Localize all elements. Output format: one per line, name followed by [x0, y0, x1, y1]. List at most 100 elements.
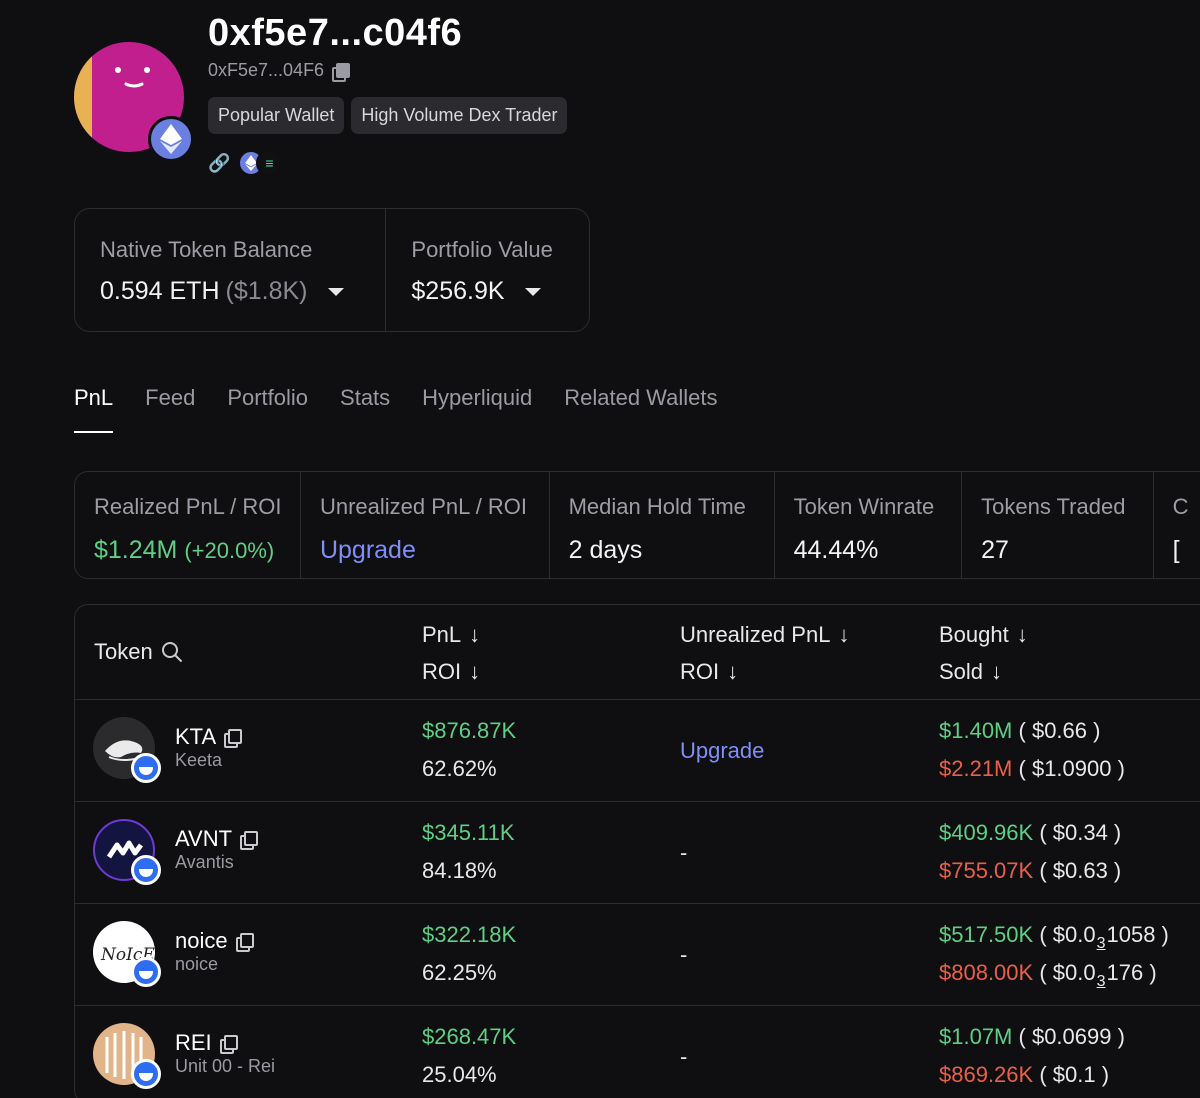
stat-tokens-traded: Tokens Traded 27	[962, 472, 1154, 578]
stat-roi: (+20.0%)	[184, 538, 275, 563]
sold-price-digits: 176 )	[1106, 960, 1157, 985]
copy-icon[interactable]	[219, 1035, 238, 1054]
column-token-label: Token	[94, 639, 153, 664]
copy-icon[interactable]	[235, 933, 254, 952]
roi-value: 62.25%	[422, 960, 497, 985]
arrow-down-icon: ↓	[991, 659, 1003, 684]
column-unrealized-roi-label: ROI	[680, 659, 720, 684]
sold-amount: $2.21M	[939, 756, 1013, 781]
stat-label: Unrealized PnL / ROI	[319, 494, 528, 519]
portfolio-value-label: Portfolio Value	[411, 237, 553, 262]
tag-popular-wallet: Popular Wallet	[208, 97, 345, 134]
pnl-value: $268.47K	[422, 1024, 517, 1049]
column-roi-label: ROI	[422, 659, 462, 684]
native-balance-value: 0.594 ETH	[100, 277, 220, 305]
stat-realized-pnl: Realized PnL / ROI $1.24M (+20.0%)	[75, 472, 301, 578]
stat-label: Tokens Traded	[981, 494, 1126, 519]
table-row[interactable]: REI Unit 00 - Rei $268.47K 25.04% - $1.0…	[75, 1006, 1200, 1098]
wallet-links: 🔗 ≡	[208, 150, 283, 176]
sold-price: ( $1.0900 )	[1018, 756, 1125, 781]
table-row[interactable]: AVNT Avantis $345.11K 84.18% - $409.96K …	[75, 802, 1200, 904]
column-unrealized-label: Unrealized PnL	[680, 622, 831, 647]
tag-high-volume-dex-trader: High Volume Dex Trader	[351, 97, 568, 134]
sort-roi[interactable]: ROI ↓	[422, 659, 480, 685]
tab-pnl[interactable]: PnL	[74, 385, 114, 433]
bought-value: $1.40M ( $0.66 )	[939, 718, 1100, 744]
sort-unrealized-pnl[interactable]: Unrealized PnL ↓	[680, 622, 849, 648]
chevron-down-icon[interactable]	[327, 287, 344, 296]
sold-price: ( $0.1 )	[1039, 1062, 1110, 1087]
token-name: Unit 00 - Rei	[175, 1056, 276, 1076]
address-short: 0xF5e7...04F6	[208, 60, 325, 80]
bought-price: ( $0.34 )	[1039, 820, 1122, 845]
ethereum-icon	[148, 116, 194, 162]
tab-stats[interactable]: Stats	[340, 385, 390, 433]
unrealized-value: -	[680, 1044, 688, 1069]
sort-bought[interactable]: Bought ↓	[939, 622, 1028, 648]
zero-count: 3	[1096, 973, 1106, 990]
roi-value: 84.18%	[422, 858, 497, 883]
unrealized-value: -	[680, 840, 688, 865]
token-symbol[interactable]: AVNT	[175, 826, 259, 852]
upgrade-link[interactable]: Upgrade	[320, 536, 549, 565]
upgrade-link[interactable]: Upgrade	[680, 738, 764, 764]
sold-value: $869.26K ( $0.1 )	[939, 1062, 1109, 1088]
base-chain-icon	[131, 855, 161, 885]
bought-value: $517.50K ( $0.031058 )	[939, 922, 1169, 952]
tab-bar: PnL Feed Portfolio Stats Hyperliquid Rel…	[74, 385, 717, 433]
wallet-tags: Popular Wallet High Volume Dex Trader	[208, 97, 568, 134]
sort-pnl[interactable]: PnL ↓	[422, 622, 480, 648]
sold-value: $808.00K ( $0.03176 )	[939, 960, 1157, 990]
tab-related-wallets[interactable]: Related Wallets	[564, 385, 717, 433]
stat-value: $1.24M	[94, 536, 178, 564]
pnl-value: $322.18K	[422, 922, 517, 947]
tab-portfolio[interactable]: Portfolio	[227, 385, 308, 433]
stat-truncated: C [	[1154, 472, 1200, 578]
arrow-down-icon: ↓	[727, 659, 739, 684]
pnl-value: $345.11K	[422, 820, 515, 845]
column-bought-label: Bought	[939, 622, 1009, 647]
bought-amount: $1.07M	[939, 1024, 1013, 1049]
bought-price: ( $0.0699 )	[1018, 1024, 1125, 1049]
copy-icon[interactable]	[224, 729, 243, 748]
token-symbol[interactable]: REI	[175, 1030, 238, 1056]
solana-icon[interactable]: ≡	[256, 150, 283, 176]
link-icon[interactable]: 🔗	[208, 153, 230, 174]
unrealized-value: -	[680, 942, 688, 967]
tab-hyperliquid[interactable]: Hyperliquid	[422, 385, 532, 433]
stat-label: C	[1172, 494, 1189, 519]
copy-icon[interactable]	[332, 62, 351, 82]
sold-value: $2.21M ( $1.0900 )	[939, 756, 1125, 782]
column-sold-label: Sold	[939, 659, 984, 684]
bought-amount: $1.40M	[939, 718, 1013, 743]
search-icon[interactable]	[161, 641, 183, 663]
sold-price: ( $0.0	[1039, 960, 1096, 985]
base-chain-icon	[131, 753, 161, 783]
table-row[interactable]: KTA Keeta $876.87K 62.62% Upgrade $1.40M…	[75, 700, 1200, 802]
roi-value: 25.04%	[422, 1062, 497, 1087]
token-symbol[interactable]: KTA	[175, 724, 243, 750]
token-symbol[interactable]: noice	[175, 928, 254, 954]
arrow-down-icon: ↓	[469, 622, 481, 647]
column-pnl-label: PnL	[422, 622, 462, 647]
native-balance-usd: ($1.8K)	[225, 277, 308, 305]
portfolio-value[interactable]: Portfolio Value $256.9K	[385, 209, 589, 331]
token-symbol-text: REI	[175, 1030, 212, 1055]
token-name: Keeta	[175, 750, 223, 770]
balance-card: Native Token Balance 0.594 ETH ($1.8K) P…	[74, 208, 590, 332]
column-token: Token	[94, 639, 183, 665]
token-symbol-text: AVNT	[175, 826, 233, 851]
copy-icon[interactable]	[240, 831, 259, 850]
bought-amount: $517.50K	[939, 922, 1034, 947]
chevron-down-icon[interactable]	[524, 287, 541, 296]
sort-unrealized-roi[interactable]: ROI ↓	[680, 659, 738, 685]
stat-label: Realized PnL / ROI	[94, 494, 282, 519]
base-chain-icon	[131, 1059, 161, 1089]
tab-feed[interactable]: Feed	[145, 385, 195, 433]
native-balance[interactable]: Native Token Balance 0.594 ETH ($1.8K)	[75, 209, 385, 331]
sort-sold[interactable]: Sold ↓	[939, 659, 1002, 685]
table-row[interactable]: NoIcE noice noice $322.18K 62.25% - $517…	[75, 904, 1200, 1006]
stats-row: Realized PnL / ROI $1.24M (+20.0%) Unrea…	[74, 471, 1200, 579]
stat-label: Token Winrate	[793, 494, 935, 519]
sold-amount: $755.07K	[939, 858, 1034, 883]
